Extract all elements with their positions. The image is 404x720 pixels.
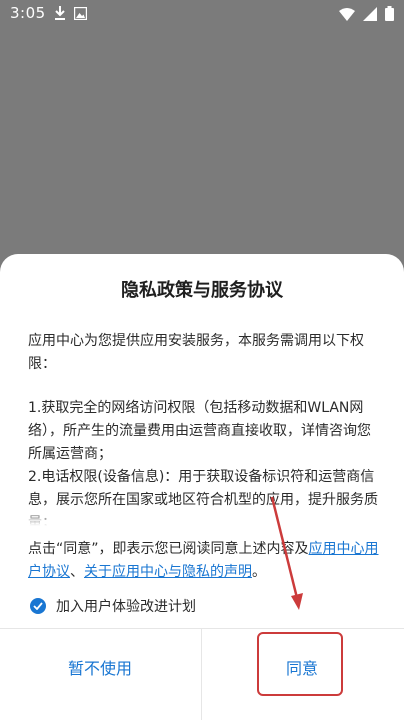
dialog-title: 隐私政策与服务协议: [121, 280, 283, 301]
scroll-fade: [28, 508, 378, 526]
consent-suffix: 。: [252, 564, 266, 580]
status-time: 3:05: [10, 4, 46, 22]
consent-separator: 、: [70, 564, 84, 580]
consent-text: 点击“同意”，即表示您已阅读同意上述内容及应用中心用户协议、关于应用中心与隐私的…: [28, 538, 380, 584]
privacy-statement-link[interactable]: 关于应用中心与隐私的声明: [84, 564, 252, 580]
status-left-icons: [54, 6, 88, 24]
annotation-highlight-box: [257, 632, 343, 696]
permissions-text-scroll[interactable]: 应用中心为您提供应用安装服务，本服务需调用以下权限： 1.获取完全的网络访问权限…: [28, 330, 378, 526]
signal-icon: [363, 6, 377, 25]
battery-icon: [385, 6, 394, 25]
intro-text: 应用中心为您提供应用安装服务，本服务需调用以下权限：: [28, 333, 364, 372]
status-right-icons: [339, 6, 394, 25]
photo-icon: [73, 6, 88, 24]
status-bar: 3:05: [0, 0, 404, 28]
permission-item-network: 1.获取完全的网络访问权限（包括移动数据和WLAN网络），所产生的流量费用由运营…: [28, 400, 371, 462]
wifi-icon: [339, 7, 355, 25]
experience-program-row[interactable]: 加入用户体验改进计划: [30, 596, 196, 616]
consent-prefix: 点击“同意”，即表示您已阅读同意上述内容及: [28, 541, 309, 557]
button-divider: [0, 628, 404, 629]
privacy-dialog: 隐私政策与服务协议 应用中心为您提供应用安装服务，本服务需调用以下权限： 1.获…: [0, 254, 404, 720]
checkbox-label: 加入用户体验改进计划: [56, 599, 196, 615]
decline-button[interactable]: 暂不使用: [0, 632, 200, 702]
download-icon: [54, 6, 66, 24]
checkbox-checked-icon[interactable]: [30, 598, 46, 614]
